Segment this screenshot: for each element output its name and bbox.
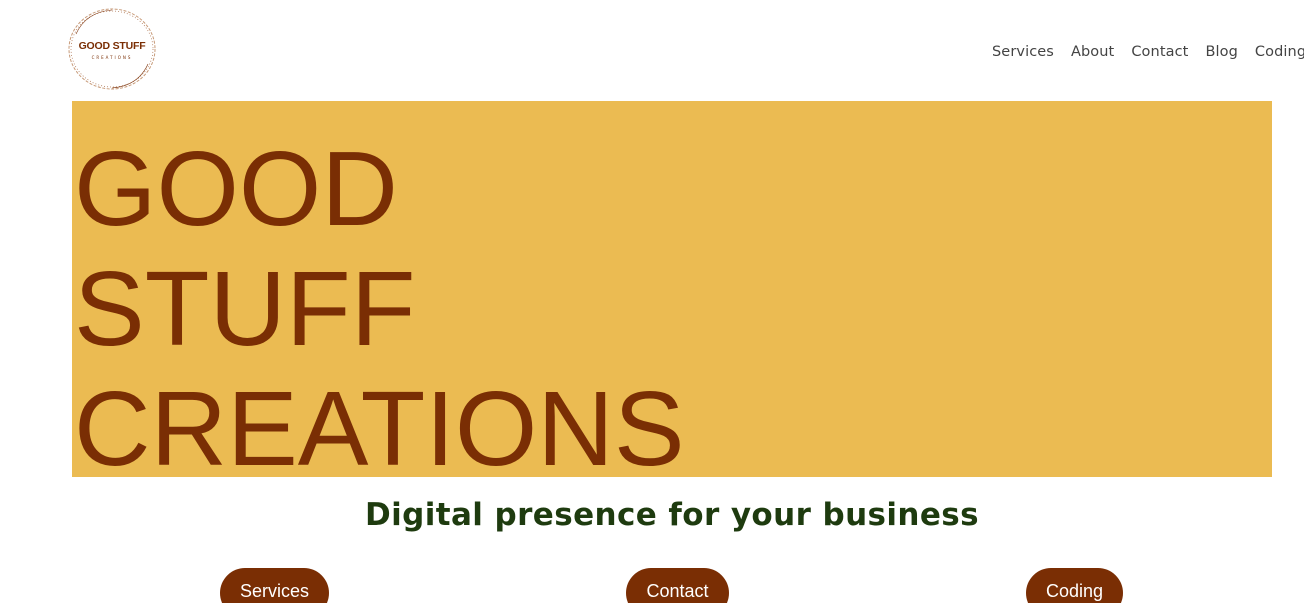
coding-button[interactable]: Coding [1026, 568, 1123, 603]
nav-link-coding[interactable]: Coding [1255, 42, 1304, 62]
logo-title: GOOD STUFF [78, 40, 146, 52]
hero-title-line-1: GOOD [74, 130, 398, 248]
tagline: Digital presence for your business [364, 497, 980, 533]
contact-button[interactable]: Contact [626, 568, 729, 603]
nav-link-services[interactable]: Services [992, 42, 1054, 62]
hero-title-line-3: CREATIONS [74, 370, 685, 477]
nav-link-contact[interactable]: Contact [1131, 42, 1188, 62]
main-nav: Services About Contact Blog Coding [992, 42, 1304, 64]
nav-link-about[interactable]: About [1071, 42, 1114, 62]
site-logo[interactable]: GOOD STUFF CREATIONS [66, 6, 158, 92]
hero-title-line-2: STUFF [74, 250, 416, 368]
logo-subtitle: CREATIONS [91, 55, 133, 60]
page: GOOD STUFF CREATIONS Services About Contac… [0, 0, 1304, 603]
hero-banner: GOOD STUFF CREATIONS [72, 101, 1272, 477]
services-button[interactable]: Services [220, 568, 329, 603]
nav-link-blog[interactable]: Blog [1205, 42, 1237, 62]
hero-title: GOOD STUFF CREATIONS [74, 129, 685, 477]
